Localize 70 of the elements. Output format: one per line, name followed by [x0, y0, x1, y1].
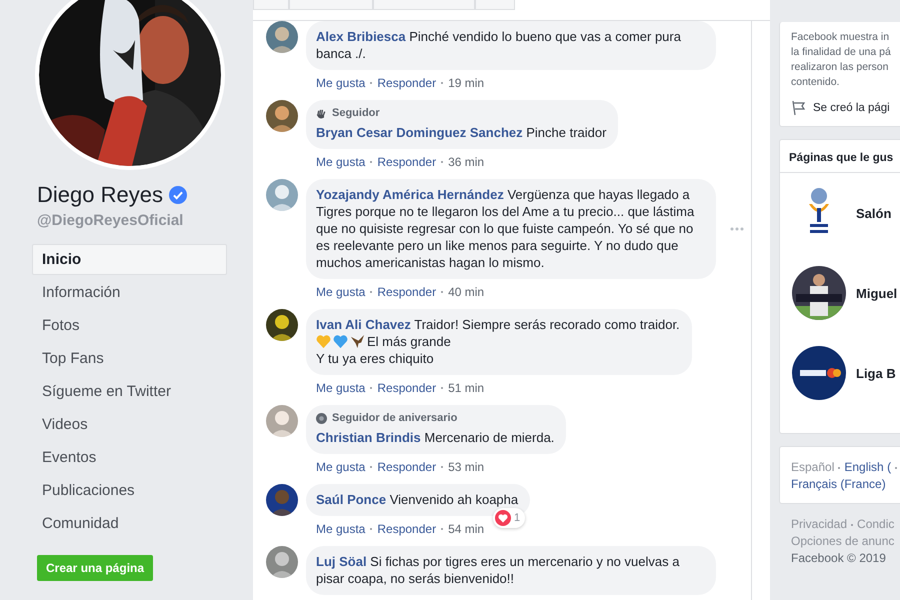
- comment-text: Yozajandy América Hernández Vergüenza que hayas llegado a Tigres porque no te llegaron los del Ame a tu precio... que lástima que no quisiste regresar con lo que fuiste campeón. Yo sé que no es reelevante pero un like menos para seguirte. Y no dudo que muchos americanistas hagan lo mismo.: [316, 186, 696, 271]
- comment-time: 36 min: [448, 155, 484, 169]
- author-link[interactable]: Luj Söal: [316, 554, 367, 569]
- page-handle: @DiegoReyesOficial: [37, 212, 184, 229]
- toolbar-button[interactable]: [289, 0, 373, 10]
- league-logo-icon: [792, 346, 846, 400]
- like-link[interactable]: Me gusta: [316, 381, 366, 395]
- like-link[interactable]: Me gusta: [316, 76, 366, 90]
- author-link[interactable]: Alex Bribiesca: [316, 29, 406, 44]
- info-text: contenido.: [791, 75, 840, 90]
- comment-text: Ivan Ali Chavez Traidor! Siempre serás recorado como traidor.: [316, 316, 680, 333]
- info-text: la finalidad de una pá: [791, 45, 892, 60]
- nav-item[interactable]: Publicaciones: [32, 475, 227, 506]
- comment-text: El más grande: [367, 333, 451, 350]
- reply-link[interactable]: Responder: [377, 460, 436, 474]
- like-link[interactable]: Me gusta: [316, 155, 366, 169]
- language-link[interactable]: Français (France): [791, 477, 886, 491]
- card-title: Páginas que le gus: [780, 140, 900, 173]
- wave-hand-icon: [316, 108, 327, 118]
- reply-link[interactable]: Responder: [377, 522, 436, 536]
- reply-link[interactable]: Responder: [377, 76, 436, 90]
- author-link[interactable]: Christian Brindis: [316, 430, 421, 445]
- nav-item[interactable]: Comunidad: [32, 508, 227, 539]
- more-icon[interactable]: [730, 227, 744, 231]
- page-link[interactable]: Salón: [856, 206, 892, 220]
- nav-item[interactable]: Información: [32, 277, 227, 308]
- flag-icon: [791, 100, 807, 116]
- nav-item[interactable]: Inicio: [32, 244, 227, 275]
- page-link[interactable]: Miguel: [856, 286, 898, 300]
- heart-icon: [316, 334, 331, 349]
- language-link[interactable]: English (: [844, 460, 892, 474]
- like-link[interactable]: Me gusta: [316, 522, 366, 536]
- nav-item[interactable]: Eventos: [32, 442, 227, 473]
- anniversary-icon: [316, 412, 327, 424]
- comment-time: 53 min: [448, 460, 484, 474]
- author-link[interactable]: Yozajandy América Hernández: [316, 187, 504, 202]
- comment-text: Alex Bribiesca Pinché vendido lo bueno que vas a comer pura banca ./.: [316, 28, 682, 62]
- toolbar-button[interactable]: [475, 0, 515, 10]
- comment-text: Y tu ya eres chiquito: [316, 350, 434, 367]
- author-link[interactable]: Ivan Ali Chavez: [316, 317, 411, 332]
- page-name: Diego Reyes: [37, 182, 163, 208]
- badge-label: Seguidor: [332, 107, 380, 119]
- page-link[interactable]: Liga B: [856, 366, 896, 380]
- reply-link[interactable]: Responder: [377, 285, 436, 299]
- nav-item[interactable]: Videos: [32, 409, 227, 440]
- reply-link[interactable]: Responder: [377, 155, 436, 169]
- like-link[interactable]: Me gusta: [316, 285, 366, 299]
- comment-text: Luj Söal Si fichas por tigres eres un mercenario y no vuelvas a pisar coapa, no serás bienvenido!!: [316, 553, 680, 587]
- info-text: realizaron las person: [791, 60, 890, 75]
- toolbar-button[interactable]: [253, 0, 289, 10]
- copyright-text: Facebook © 2019: [791, 550, 887, 567]
- badge-label: Seguidor de aniversario: [332, 412, 458, 424]
- comment-time: 51 min: [448, 381, 484, 395]
- toolbar-button[interactable]: [373, 0, 475, 10]
- nav-item[interactable]: Top Fans: [32, 343, 227, 374]
- author-link[interactable]: Bryan Cesar Dominguez Sanchez: [316, 125, 523, 140]
- info-text: Facebook muestra in: [791, 30, 890, 45]
- comment-time: 19 min: [448, 76, 484, 90]
- reply-link[interactable]: Responder: [377, 381, 436, 395]
- heart-icon: [333, 334, 348, 349]
- nav-item[interactable]: Fotos: [32, 310, 227, 341]
- comment-time: 54 min: [448, 522, 484, 536]
- nav-item[interactable]: Sígueme en Twitter: [32, 376, 227, 407]
- comment-text: Bryan Cesar Dominguez Sanchez Pinche traidor: [316, 124, 606, 141]
- comment-text: Christian Brindis Mercenario de mierda.: [316, 429, 554, 446]
- author-link[interactable]: Saúl Ponce: [316, 492, 386, 507]
- like-link[interactable]: Me gusta: [316, 460, 366, 474]
- created-text: Se creó la pági: [813, 102, 890, 114]
- comment-time: 40 min: [448, 285, 484, 299]
- comment-text: Saúl Ponce Vienvenido ah koapha: [316, 491, 518, 508]
